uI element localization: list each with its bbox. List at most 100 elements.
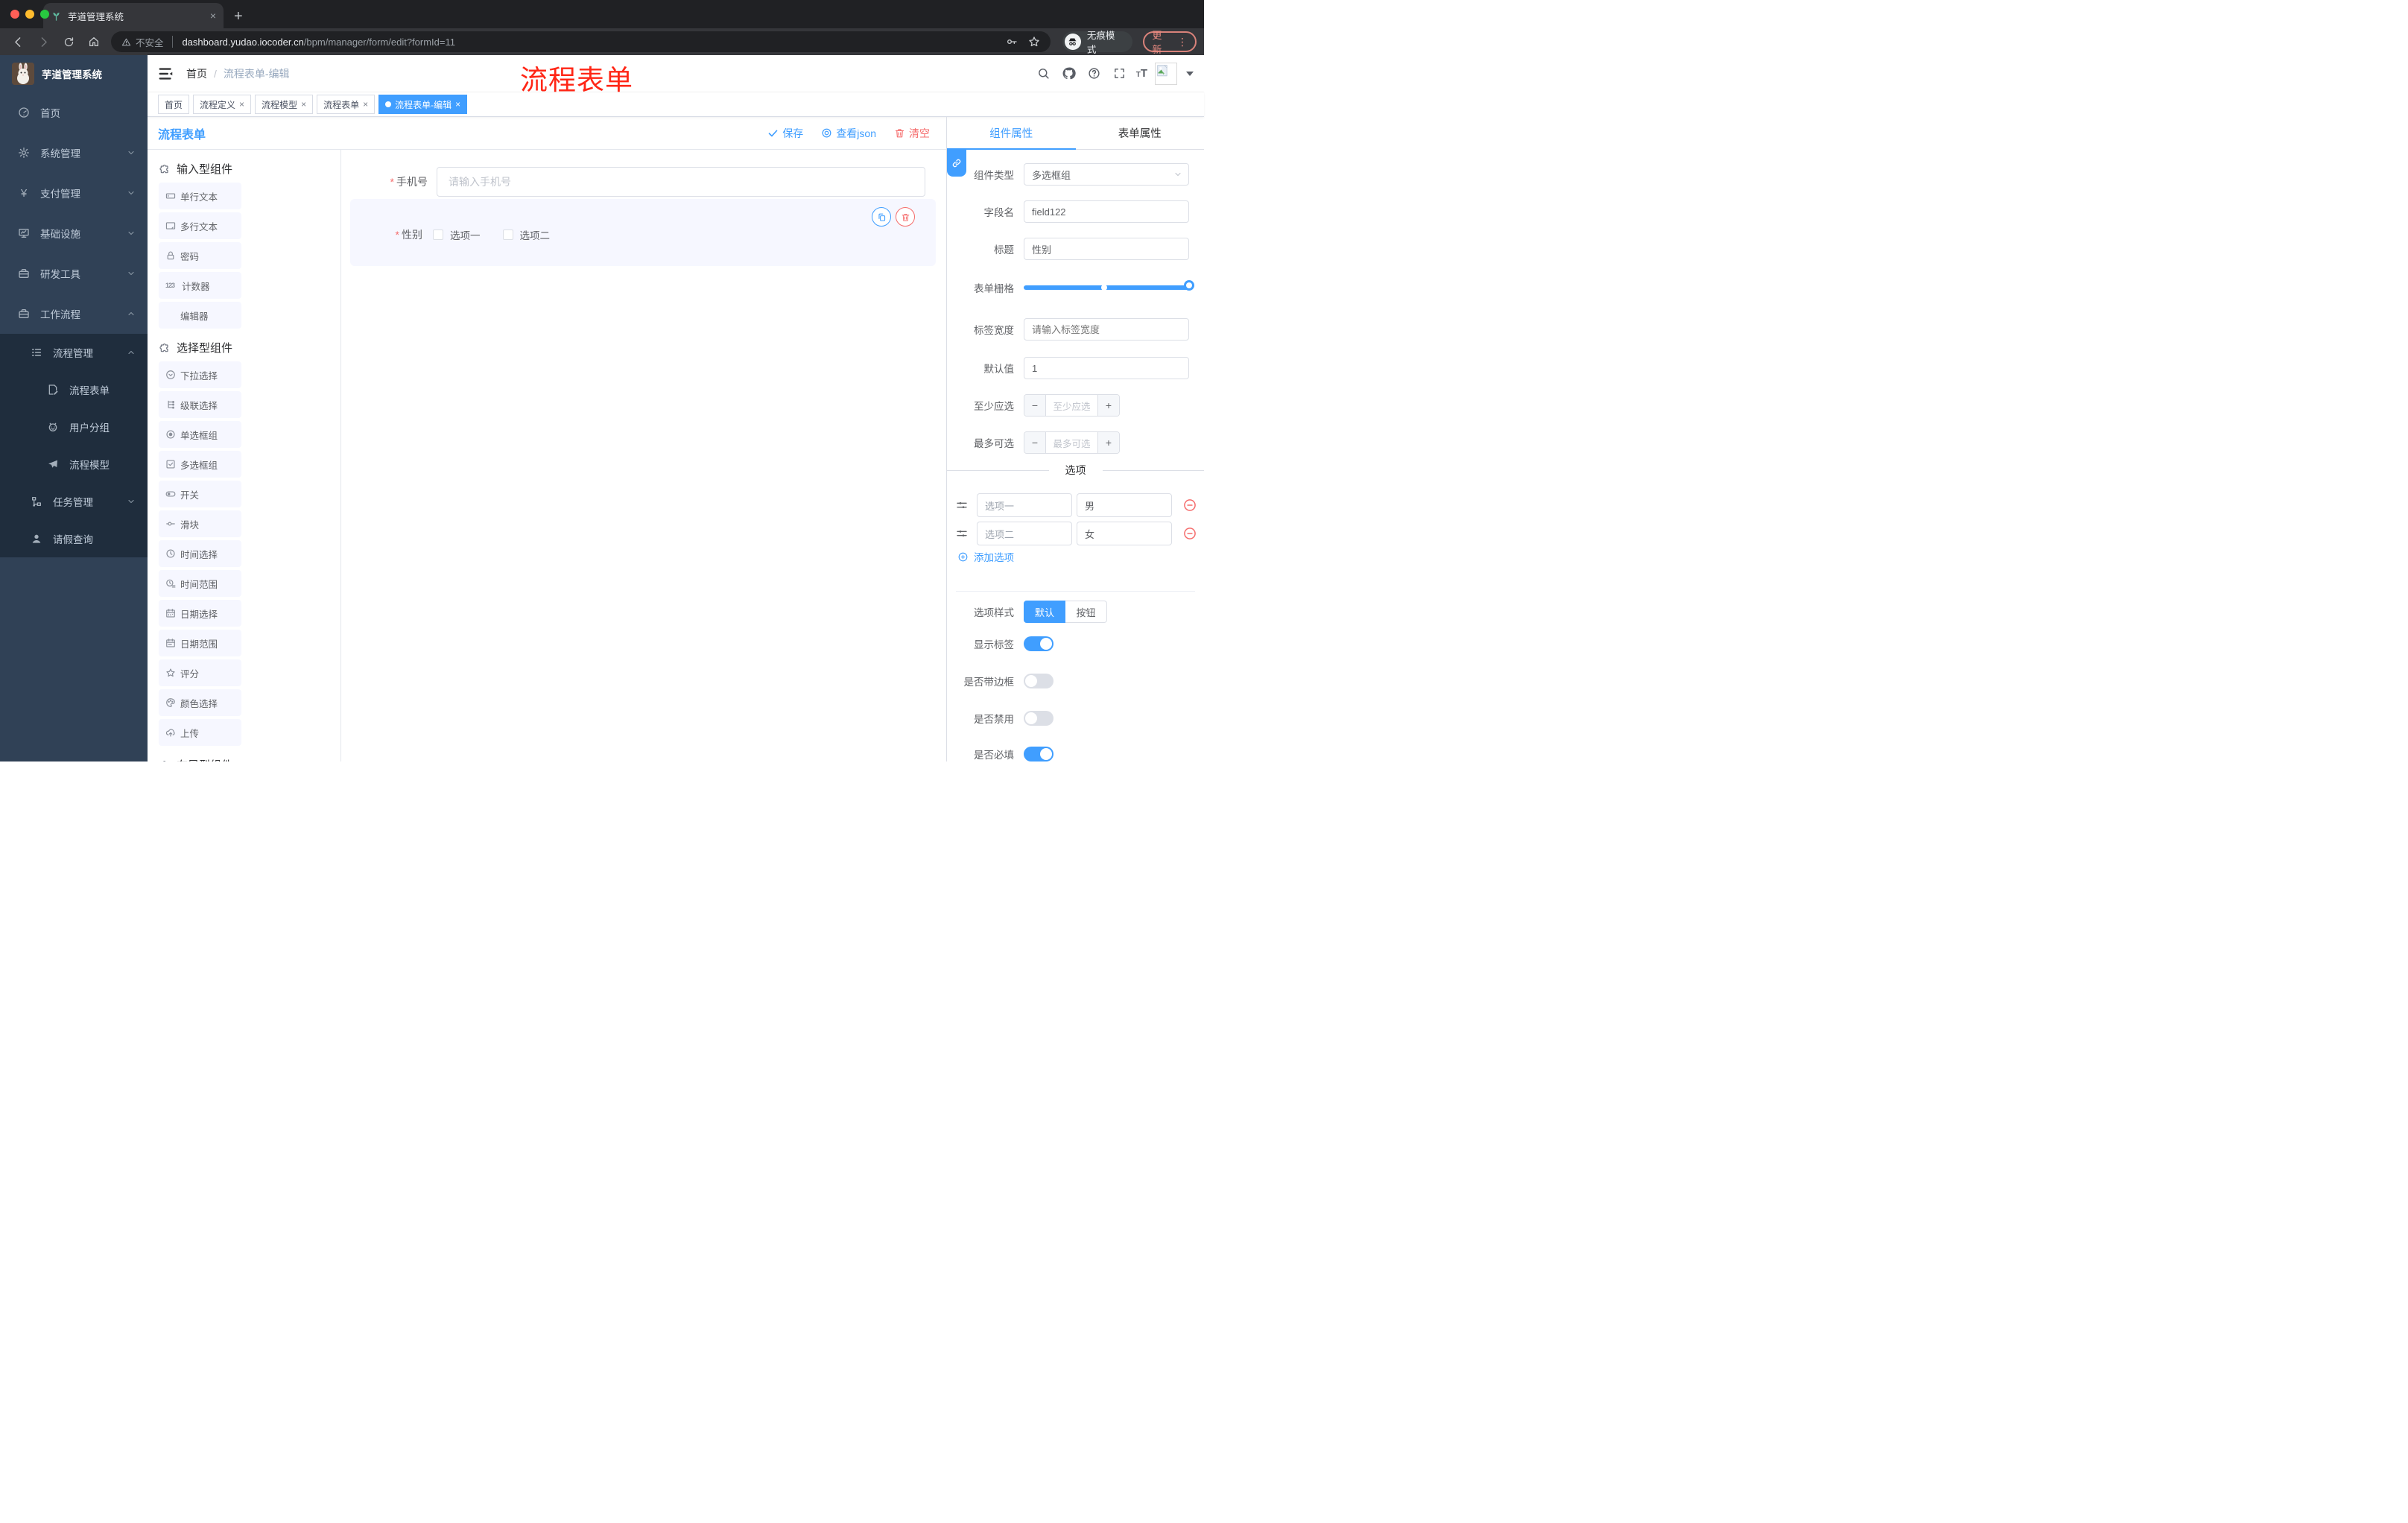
tab-close-icon[interactable]: × (210, 10, 216, 22)
sidebar-item-workflow[interactable]: 工作流程 (0, 294, 148, 334)
canvas-field-gender-selected[interactable]: * 性别 选项一 选项二 (350, 199, 936, 266)
slider-thumb[interactable] (1184, 280, 1194, 291)
clear-button[interactable]: 清空 (894, 126, 930, 141)
tag-process-form[interactable]: 流程表单 × (317, 95, 376, 114)
close-icon[interactable]: × (301, 99, 306, 110)
sidebar-item-user-group[interactable]: 用户分组 (0, 408, 148, 446)
palette-item-password[interactable]: 密码 (159, 242, 241, 269)
reload-button[interactable] (57, 31, 80, 53)
sidebar-item-devtools[interactable]: 研发工具 (0, 253, 148, 294)
palette-item-slider[interactable]: 滑块 (159, 510, 241, 537)
font-size-icon[interactable]: TT (1136, 67, 1147, 80)
breadcrumb-home[interactable]: 首页 (186, 66, 207, 81)
palette-item-upload[interactable]: 上传 (159, 719, 241, 746)
palette-item-checkbox-group[interactable]: 多选框组 (159, 451, 241, 478)
close-icon[interactable]: × (363, 99, 368, 110)
gender-option-2[interactable]: 选项二 (502, 227, 550, 242)
drag-handle-icon[interactable] (956, 528, 968, 539)
new-tab-button[interactable]: + (234, 9, 243, 24)
tag-process-definition[interactable]: 流程定义 × (193, 95, 252, 114)
sidebar-item-home[interactable]: 首页 (0, 92, 148, 133)
form-grid-slider[interactable] (1024, 280, 1194, 291)
component-type-select[interactable]: 多选框组 (1024, 163, 1189, 186)
sidebar-item-process-model[interactable]: 流程模型 (0, 446, 148, 483)
decrease-button[interactable]: − (1024, 432, 1046, 453)
sidebar-item-system[interactable]: 系统管理 (0, 133, 148, 173)
duplicate-component-button[interactable] (872, 207, 891, 227)
default-value-input[interactable] (1024, 357, 1189, 379)
palette-item-dropdown[interactable]: 下拉选择 (159, 361, 241, 388)
tag-process-form-edit-active[interactable]: 流程表单-编辑 × (378, 95, 468, 114)
sidebar-item-task-management[interactable]: 任务管理 (0, 483, 148, 520)
sidebar-item-process-management[interactable]: 流程管理 (0, 334, 148, 371)
github-icon[interactable] (1060, 65, 1078, 83)
browser-tab[interactable]: 芋道管理系统 × (43, 3, 224, 28)
sidebar-item-process-form[interactable]: 流程表单 (0, 371, 148, 408)
show-label-toggle[interactable] (1024, 636, 1054, 651)
increase-button[interactable]: + (1097, 395, 1119, 416)
sidebar-item-payment[interactable]: ¥ 支付管理 (0, 173, 148, 213)
search-icon[interactable] (1035, 65, 1053, 83)
decrease-button[interactable]: − (1024, 395, 1046, 416)
required-toggle[interactable] (1024, 747, 1054, 762)
caret-down-icon[interactable] (1186, 71, 1194, 76)
close-window-button[interactable] (10, 10, 19, 19)
bookmark-star-icon[interactable] (1028, 36, 1040, 48)
sidebar-item-leave-query[interactable]: 请假查询 (0, 520, 148, 557)
option-style-default-button[interactable]: 默认 (1024, 601, 1065, 623)
fullscreen-icon[interactable] (1111, 65, 1129, 83)
help-icon[interactable] (1086, 65, 1103, 83)
browser-menu-icon[interactable]: ⋮ (1177, 37, 1188, 47)
label-width-input[interactable] (1024, 318, 1189, 341)
tag-process-model[interactable]: 流程模型 × (255, 95, 314, 114)
increase-button[interactable]: + (1097, 432, 1119, 453)
palette-item-multi-line-text[interactable]: 多行文本 (159, 212, 241, 239)
palette-item-rate[interactable]: 评分 (159, 659, 241, 686)
remove-option-icon[interactable] (1182, 498, 1197, 513)
tab-component-props[interactable]: 组件属性 (947, 117, 1076, 149)
checkbox[interactable] (433, 229, 443, 240)
add-option-link[interactable]: 添加选项 (957, 549, 1014, 564)
min-select-value[interactable]: 至少应选 (1046, 395, 1097, 416)
option-1-label-input[interactable] (977, 493, 1072, 517)
option-2-value-input[interactable] (1077, 522, 1172, 545)
forward-button[interactable] (33, 31, 55, 53)
palette-item-time-range[interactable]: 时间范围 (159, 570, 241, 597)
remove-option-icon[interactable] (1182, 526, 1197, 541)
palette-item-switch[interactable]: 开关 (159, 481, 241, 507)
view-json-button[interactable]: 查看json (821, 126, 876, 141)
home-button[interactable] (83, 31, 105, 53)
disabled-toggle[interactable] (1024, 711, 1054, 726)
palette-item-cascader[interactable]: 级联选择 (159, 391, 241, 418)
sidebar-item-infra[interactable]: 基础设施 (0, 213, 148, 253)
minimize-window-button[interactable] (25, 10, 34, 19)
phone-input[interactable] (437, 167, 925, 197)
sidebar-collapse-icon[interactable] (158, 66, 174, 82)
password-key-icon[interactable] (1006, 36, 1018, 48)
option-2-label-input[interactable] (977, 522, 1072, 545)
security-label[interactable]: 不安全 (136, 35, 164, 49)
macos-traffic-lights[interactable] (10, 10, 49, 19)
palette-item-single-line-text[interactable]: 单行文本 (159, 183, 241, 209)
drag-handle-icon[interactable] (956, 499, 968, 511)
user-avatar-broken-image[interactable] (1155, 62, 1177, 85)
palette-item-date-range[interactable]: 日期范围 (159, 630, 241, 656)
option-1-value-input[interactable] (1077, 493, 1172, 517)
form-canvas[interactable]: *手机号 *性别 选项一 (341, 150, 946, 762)
palette-item-counter[interactable]: 123 计数器 (159, 272, 241, 299)
maximize-window-button[interactable] (40, 10, 49, 19)
back-button[interactable] (7, 31, 30, 53)
app-logo[interactable]: 芋道管理系统 (0, 55, 148, 92)
close-icon[interactable]: × (455, 99, 460, 110)
palette-item-color-picker[interactable]: 颜色选择 (159, 689, 241, 716)
palette-item-editor[interactable]: 编辑器 (159, 302, 241, 329)
field-name-input[interactable] (1024, 200, 1189, 223)
save-button[interactable]: 保存 (767, 126, 803, 141)
checkbox[interactable] (502, 229, 513, 240)
palette-item-radio-group[interactable]: 单选框组 (159, 421, 241, 448)
tag-home[interactable]: 首页 (158, 95, 190, 114)
palette-item-date-picker[interactable]: 日期选择 (159, 600, 241, 627)
address-bar[interactable]: 不安全 dashboard.yudao.iocoder.cn/bpm/manag… (110, 31, 1051, 52)
gender-option-1[interactable]: 选项一 (433, 227, 481, 242)
border-toggle[interactable] (1024, 674, 1054, 688)
